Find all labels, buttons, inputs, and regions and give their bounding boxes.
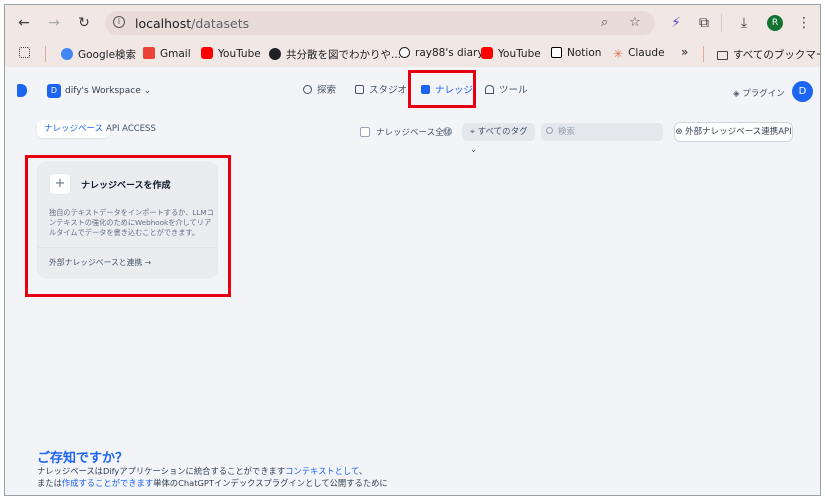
question-icon	[269, 48, 281, 60]
dify-app: D dify's Workspace ⌄ 探索 スタジオ ナレッジ ツール ◈ …	[5, 67, 820, 495]
youtube-icon	[481, 47, 493, 59]
nav-tools[interactable]: ツール	[485, 78, 528, 104]
workspace-switcher[interactable]: dify's Workspace ⌄	[65, 86, 151, 96]
dify-logo-icon[interactable]	[17, 84, 27, 97]
chevron-down-icon: ⌄	[470, 145, 478, 155]
apps-grid-icon[interactable]	[19, 47, 35, 59]
back-icon[interactable]: ←	[15, 14, 33, 32]
help-icon[interactable]: ?	[443, 127, 452, 136]
nav-explore[interactable]: 探索	[303, 78, 336, 104]
plugin-button[interactable]: ◈ プラグイン	[733, 87, 785, 99]
highlight-box-knowledge	[408, 70, 476, 108]
download-icon[interactable]: ⤓	[735, 14, 753, 32]
tab-api-access[interactable]: API ACCESS	[99, 120, 163, 138]
bookmark-covariance[interactable]: 共分散を図でわかりや...	[269, 47, 401, 62]
zoom-icon[interactable]: ⌕	[601, 15, 608, 30]
toolbar-divider	[721, 14, 722, 32]
reload-icon[interactable]: ↻	[75, 14, 93, 32]
bookmark-youtube[interactable]: YouTube	[201, 47, 261, 60]
claude-icon: ✳	[613, 47, 624, 61]
bookmarks-bar: Google検索 Gmail YouTube 共分散を図でわかりや... ray…	[5, 41, 820, 68]
studio-icon	[355, 85, 364, 94]
all-knowledge-label: ナレッジベース全体	[376, 128, 453, 138]
bookmarks-divider	[45, 46, 46, 62]
user-avatar[interactable]: D	[792, 81, 813, 102]
menu-icon[interactable]: ⋮	[795, 14, 813, 32]
gmail-icon	[143, 47, 155, 59]
cube-icon: ◈	[733, 89, 740, 99]
folder-icon	[717, 51, 728, 60]
tools-icon	[485, 85, 494, 94]
extensions-icon[interactable]: ⧉	[695, 14, 713, 32]
tips-context-link[interactable]: コンテキストとして	[285, 466, 359, 476]
bookmark-star-icon[interactable]: ☆	[629, 15, 641, 30]
hatena-icon	[399, 47, 410, 58]
bookmark-google[interactable]: Google検索	[61, 47, 136, 62]
forward-icon[interactable]: →	[45, 14, 63, 32]
bookmark-diary[interactable]: ray88's diary	[399, 47, 484, 59]
explore-icon	[303, 85, 312, 94]
notion-icon	[551, 47, 562, 58]
tips-title: ご存知ですか？	[37, 451, 129, 466]
highlight-box-create	[25, 155, 231, 297]
tips-line-1: ナレッジベースはDifyアプリケーションに統合することができますコンテキストとし…	[37, 466, 368, 476]
tag-filter-select[interactable]: ⌖ すべてのタグ ⌄	[462, 123, 535, 155]
all-bookmarks[interactable]: すべてのブックマーク	[717, 47, 820, 62]
chevron-down-icon: ⌄	[143, 86, 152, 96]
external-api-button[interactable]: ⊛ 外部ナレッジベース連携API	[674, 122, 793, 142]
all-knowledge-checkbox[interactable]	[360, 127, 370, 137]
bookmarks-divider-2	[703, 46, 704, 62]
bookmark-gmail[interactable]: Gmail	[143, 47, 191, 60]
youtube-icon	[201, 47, 213, 59]
bookmark-notion[interactable]: Notion	[551, 47, 601, 59]
url-text[interactable]: localhost/datasets	[135, 16, 249, 31]
bookmark-youtube-2[interactable]: YouTube	[481, 47, 541, 60]
site-info-icon[interactable]: i	[113, 16, 125, 28]
app-header: D dify's Workspace ⌄ 探索 スタジオ ナレッジ ツール ◈ …	[5, 67, 820, 108]
browser-toolbar: ← → ↻ i localhost/datasets ⌕ ☆ ⚡ ⧉ ⤓ R ⋮	[5, 5, 820, 41]
tips-line-2: または作成することができます単体のChatGPTインデックスプラグインとして公開…	[37, 478, 388, 488]
browser-window: ← → ↻ i localhost/datasets ⌕ ☆ ⚡ ⧉ ⤓ R ⋮…	[4, 4, 821, 496]
tips-create-link[interactable]: 作成することができます	[62, 478, 153, 488]
more-bookmarks-icon[interactable]: »	[681, 45, 688, 59]
link-icon: ⊛	[675, 127, 683, 137]
search-input[interactable]: 検索	[541, 123, 663, 141]
extension-bolt-icon[interactable]: ⚡	[667, 14, 685, 32]
search-icon	[546, 127, 553, 134]
address-bar[interactable]: i localhost/datasets ⌕ ☆	[105, 11, 655, 35]
profile-avatar[interactable]: R	[767, 15, 783, 31]
google-icon	[61, 48, 73, 60]
bookmark-claude[interactable]: ✳ Claude	[613, 47, 665, 60]
nav-studio[interactable]: スタジオ	[355, 78, 407, 104]
tag-icon: ⌖	[470, 127, 475, 137]
workspace-avatar[interactable]: D	[47, 84, 61, 98]
